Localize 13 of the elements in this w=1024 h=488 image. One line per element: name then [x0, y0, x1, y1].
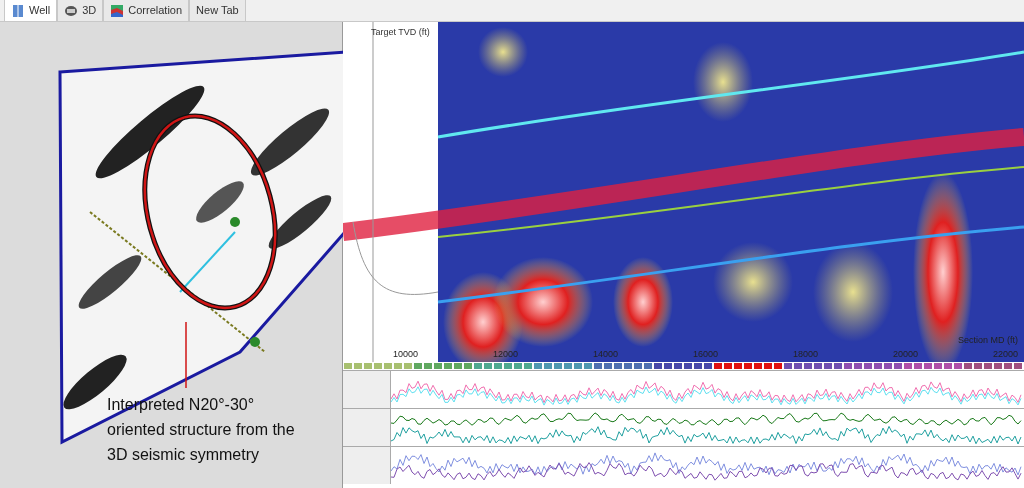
tab[interactable]: New Tab: [189, 0, 246, 21]
axis-tick-label: 10000: [393, 348, 419, 361]
tab[interactable]: 3D: [57, 0, 104, 21]
axis-tick-label: 16000: [693, 348, 719, 361]
tab[interactable]: Correlation: [103, 0, 190, 21]
axis-tick-label: 18000: [793, 348, 819, 361]
axis-tick-label: 12000: [493, 348, 519, 361]
axis-title: Target TVD (ft): [371, 26, 430, 39]
axis-title: Section MD (ft): [958, 334, 1018, 347]
axis-tick-label: 22000: [993, 348, 1019, 361]
tab[interactable]: Well: [4, 0, 58, 21]
axis-tick-label: 20000: [893, 348, 919, 361]
axis-tick-label: 14000: [593, 348, 619, 361]
